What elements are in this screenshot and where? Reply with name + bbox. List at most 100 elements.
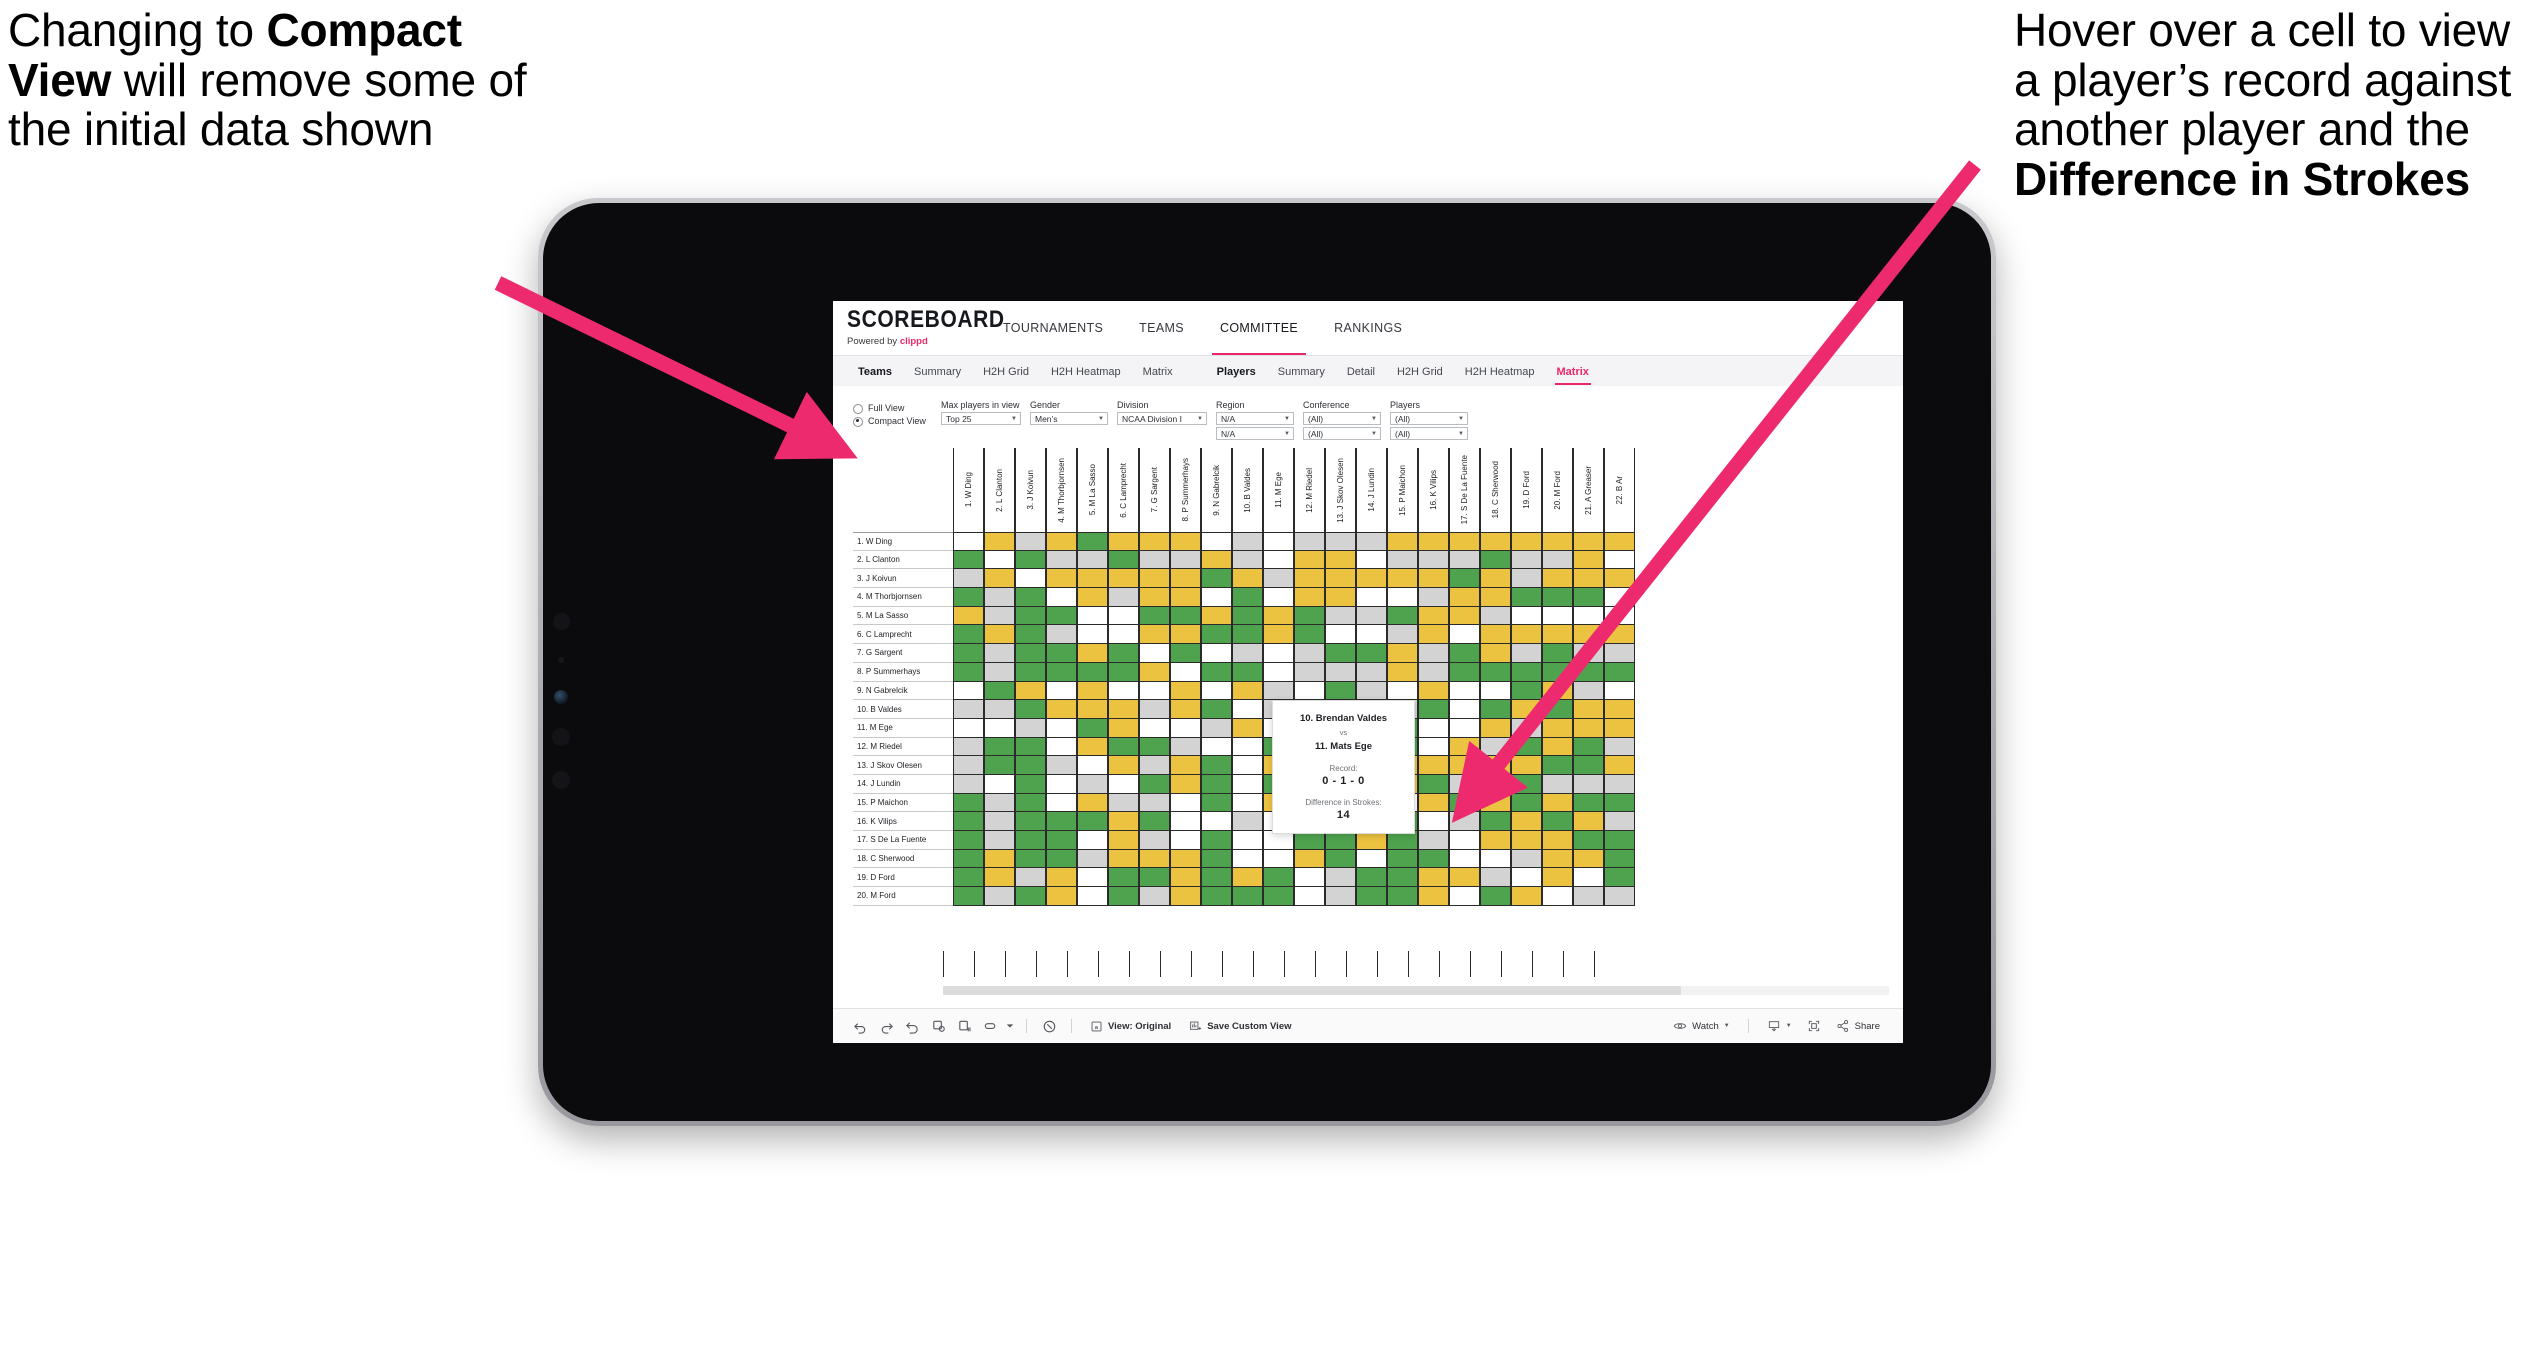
subnav-players-h2h-heatmap[interactable]: H2H Heatmap [1454,356,1546,387]
matrix-cell[interactable] [1387,606,1418,626]
matrix-cell[interactable] [1387,644,1418,663]
matrix-cell[interactable] [1604,831,1635,850]
nav-tab-tournaments[interactable]: TOURNAMENTS [985,301,1121,355]
matrix-cell[interactable] [1573,887,1604,906]
matrix-cell[interactable] [1108,756,1139,775]
matrix-cell[interactable] [1449,718,1480,738]
matrix-cell[interactable] [953,662,984,682]
matrix-cell[interactable] [1201,569,1232,589]
matrix-cell[interactable] [1139,812,1170,831]
matrix-cell[interactable] [1294,550,1325,570]
matrix-cell[interactable] [1201,868,1232,888]
matrix-cell[interactable] [984,681,1015,701]
matrix-cell[interactable] [1449,812,1480,831]
matrix-cell[interactable] [1325,532,1356,551]
matrix-cell[interactable] [1418,774,1449,794]
matrix-cell[interactable] [1604,718,1635,738]
matrix-cell[interactable] [1108,849,1139,869]
nav-tab-committee[interactable]: COMMITTEE [1202,301,1316,355]
pause-icon[interactable] [951,1013,977,1039]
matrix-cell[interactable] [1015,756,1046,775]
matrix-cell[interactable] [984,662,1015,682]
matrix-row-header[interactable]: 17. S De La Fuente [853,831,953,850]
matrix-cell[interactable] [1046,868,1077,888]
matrix-cell[interactable] [1170,700,1201,719]
matrix-cell[interactable] [1542,550,1573,570]
matrix-cell[interactable] [1542,831,1573,850]
matrix-cell[interactable] [1573,831,1604,850]
matrix-cell[interactable] [1139,532,1170,551]
matrix-cell[interactable] [1418,849,1449,869]
matrix-cell[interactable] [1449,793,1480,813]
matrix-cell[interactable] [1077,774,1108,794]
subnav-players-matrix[interactable]: Matrix [1546,356,1600,387]
matrix-row-header[interactable]: 6. C Lamprecht [853,625,953,645]
matrix-col-header[interactable]: 5. M La Sasso [1077,448,1108,532]
matrix-cell[interactable] [1387,569,1418,589]
matrix-cell[interactable] [1604,793,1635,813]
matrix-col-header[interactable]: 4. M Thorbjornsen [1046,448,1077,532]
matrix-col-header[interactable]: 19. D Ford [1511,448,1542,532]
matrix-cell[interactable] [1325,662,1356,682]
matrix-cell[interactable] [1604,756,1635,775]
matrix-cell[interactable] [1604,868,1635,888]
matrix-cell[interactable] [1480,887,1511,906]
matrix-cell[interactable] [1015,831,1046,850]
matrix-col-header[interactable]: 22. B Ar [1604,448,1635,532]
matrix-cell[interactable] [1201,793,1232,813]
matrix-cell[interactable] [1015,606,1046,626]
matrix-cell[interactable] [984,793,1015,813]
matrix-cell[interactable] [984,831,1015,850]
matrix-cell[interactable] [1015,681,1046,701]
matrix-cell[interactable] [1263,662,1294,682]
matrix-cell[interactable] [1201,644,1232,663]
matrix-cell[interactable] [1573,868,1604,888]
matrix-col-header[interactable]: 9. N Gabrelcik [1201,448,1232,532]
matrix-cell[interactable] [1542,681,1573,701]
matrix-cell[interactable] [1294,532,1325,551]
matrix-cell[interactable] [1232,887,1263,906]
matrix-cell[interactable] [1170,532,1201,551]
matrix-cell[interactable] [1542,887,1573,906]
matrix-cell[interactable] [984,887,1015,906]
matrix-cell[interactable] [1170,868,1201,888]
matrix-cell[interactable] [1511,662,1542,682]
matrix-cell[interactable] [1077,831,1108,850]
matrix-cell[interactable] [1449,569,1480,589]
matrix-cell[interactable] [1263,849,1294,869]
matrix-cell[interactable] [1418,868,1449,888]
matrix-cell[interactable] [1015,569,1046,589]
matrix-cell[interactable] [1108,662,1139,682]
matrix-cell[interactable] [1232,812,1263,831]
matrix-cell[interactable] [1356,644,1387,663]
matrix-cell[interactable] [1046,718,1077,738]
matrix-cell[interactable] [1325,868,1356,888]
matrix-cell[interactable] [1573,606,1604,626]
matrix-cell[interactable] [1356,532,1387,551]
matrix-cell[interactable] [953,793,984,813]
matrix-cell[interactable] [1108,550,1139,570]
matrix-cell[interactable] [1046,532,1077,551]
matrix-cell[interactable] [1542,662,1573,682]
matrix-cell[interactable] [1046,793,1077,813]
horizontal-scrollbar[interactable] [943,986,1889,995]
matrix-cell[interactable] [1573,774,1604,794]
matrix-cell[interactable] [1449,756,1480,775]
matrix-row-header[interactable]: 1. W Ding [853,532,953,551]
matrix-cell[interactable] [953,681,984,701]
matrix-cell[interactable] [1573,793,1604,813]
matrix-cell[interactable] [1232,606,1263,626]
matrix-cell[interactable] [1604,812,1635,831]
matrix-cell[interactable] [1604,625,1635,645]
matrix-cell[interactable] [1015,737,1046,757]
matrix-cell[interactable] [1511,606,1542,626]
matrix-cell[interactable] [1108,737,1139,757]
matrix-cell[interactable] [1356,849,1387,869]
matrix-cell[interactable] [1139,606,1170,626]
matrix-cell[interactable] [953,868,984,888]
matrix-cell[interactable] [1418,588,1449,607]
matrix-cell[interactable] [1325,625,1356,645]
matrix-cell[interactable] [953,625,984,645]
max-players-select[interactable]: Top 25 ▼ [941,412,1021,425]
share-button[interactable]: Share [1827,1019,1889,1033]
